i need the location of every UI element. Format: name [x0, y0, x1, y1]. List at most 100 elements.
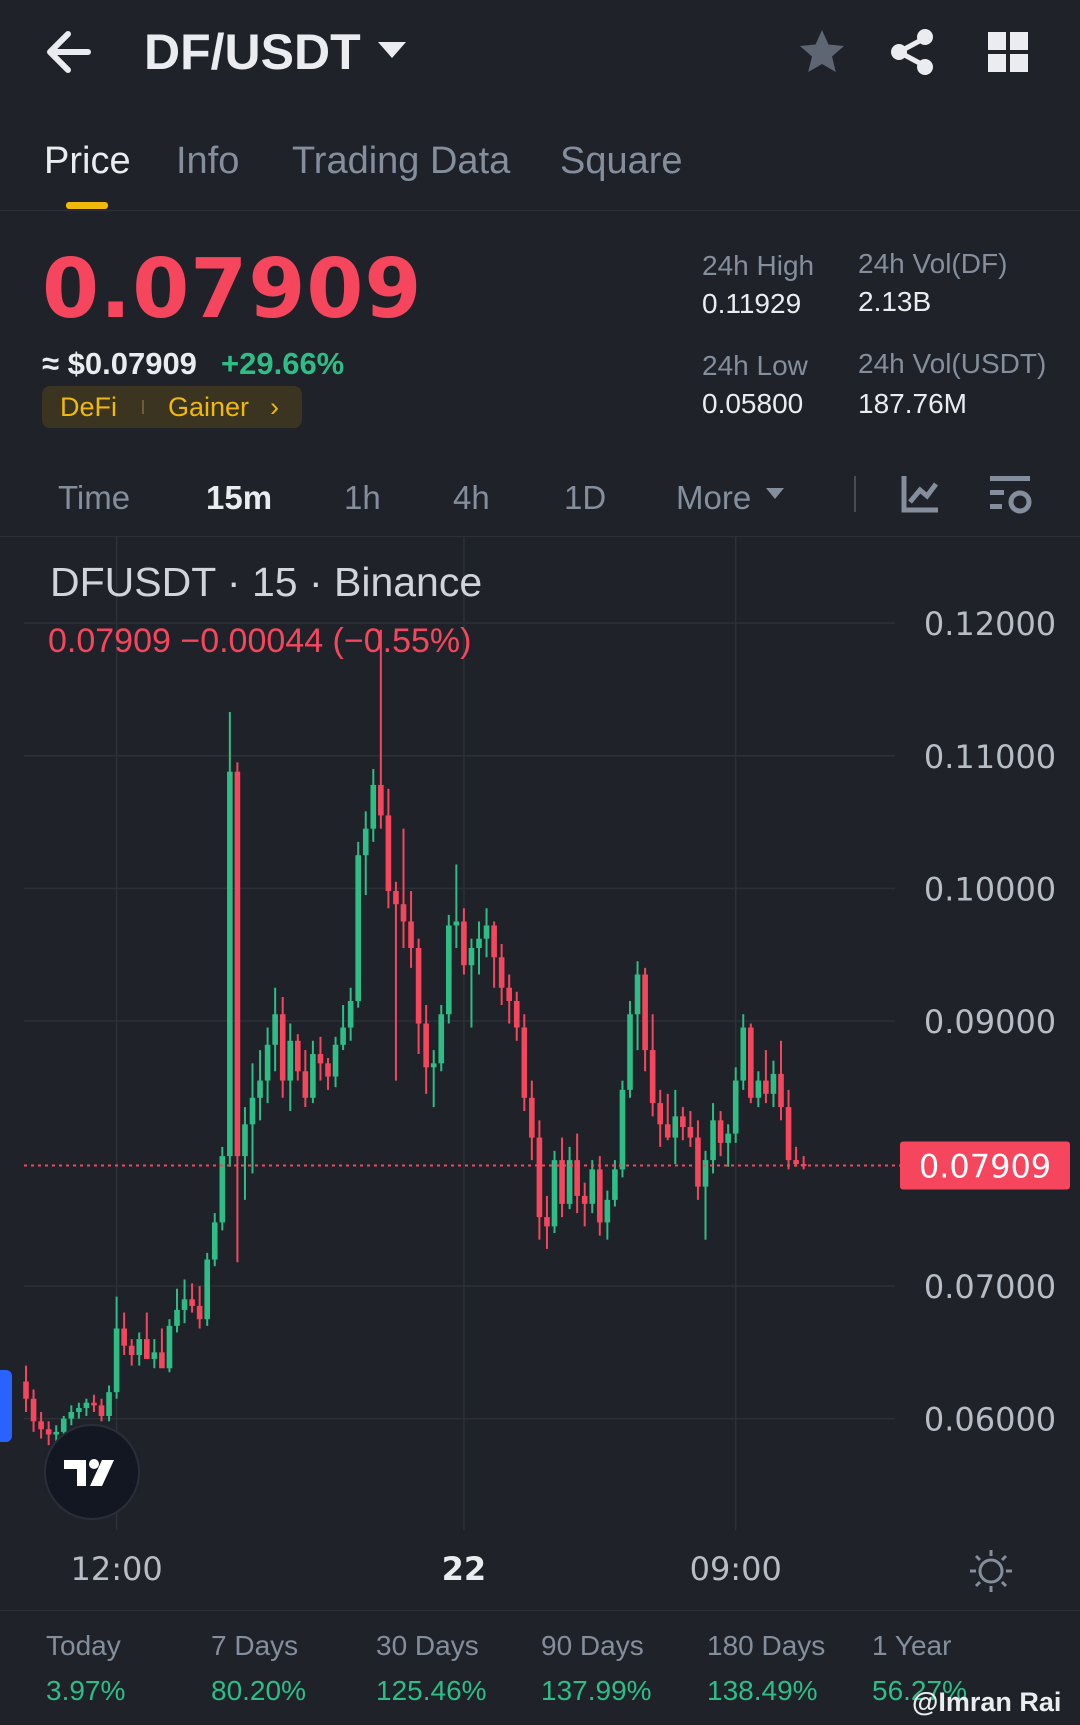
- candle-body: [181, 1299, 188, 1310]
- candle-body: [461, 921, 467, 966]
- brightness-icon[interactable]: [968, 1548, 1014, 1594]
- candle-body: [702, 1160, 709, 1187]
- tag-gainer[interactable]: Gainer: [168, 386, 249, 428]
- volume-quote-value: 187.76M: [858, 388, 967, 419]
- candle-body: [710, 1120, 716, 1161]
- candle-body: [302, 1071, 309, 1098]
- star-icon[interactable]: [796, 26, 848, 78]
- candle-body: [627, 1014, 633, 1090]
- indicator-icon[interactable]: [900, 474, 940, 514]
- candle-body: [642, 974, 648, 1051]
- candle-body: [317, 1054, 324, 1064]
- high-label: 24h High: [702, 250, 815, 281]
- candlestick-chart[interactable]: 0.12000 0.11000 0.10000 0.09000 0.07000 0.060…: [0, 537, 1080, 1605]
- chevron-right-icon[interactable]: ›: [270, 386, 279, 428]
- tab-price[interactable]: Price: [44, 135, 131, 187]
- interval-1d[interactable]: 1D: [564, 476, 606, 520]
- candle-body: [340, 1027, 346, 1045]
- candle-body: [98, 1405, 105, 1416]
- candle-body: [559, 1160, 565, 1204]
- candle-body: [649, 1050, 656, 1104]
- tab-info[interactable]: Info: [176, 135, 239, 187]
- tag-pill[interactable]: DeFi Gainer ›: [42, 386, 302, 428]
- candle-body: [657, 1103, 663, 1125]
- candle-body: [287, 1040, 294, 1081]
- divider: [0, 210, 1080, 211]
- candle-body: [695, 1137, 701, 1187]
- y-tick-label: 0.07000: [924, 1268, 1056, 1306]
- interval-4h[interactable]: 4h: [453, 476, 490, 520]
- candle-body: [589, 1169, 596, 1204]
- candle-body: [279, 1014, 286, 1081]
- interval-more[interactable]: More: [676, 476, 751, 520]
- candle-body: [680, 1116, 686, 1127]
- low-label: 24h Low: [702, 350, 808, 381]
- candle-body: [551, 1160, 558, 1227]
- tab-square[interactable]: Square: [560, 135, 683, 187]
- tab-trading-data[interactable]: Trading Data: [292, 135, 510, 187]
- x-tick-label: 22: [442, 1550, 487, 1588]
- chart-drawer-handle[interactable]: [0, 1370, 12, 1442]
- candle-body: [30, 1398, 37, 1422]
- chevron-down-icon[interactable]: [766, 488, 784, 499]
- chevron-down-icon[interactable]: [378, 42, 406, 58]
- candle-body: [581, 1195, 588, 1204]
- candle-body: [378, 784, 384, 816]
- candle-body: [619, 1089, 626, 1170]
- current-price-label: 0.07909: [919, 1148, 1051, 1186]
- candle-body: [166, 1325, 173, 1369]
- candle-body: [468, 947, 475, 966]
- candle-body: [257, 1080, 263, 1098]
- tag-defi[interactable]: DeFi: [60, 386, 117, 428]
- candle-body: [536, 1137, 543, 1218]
- candle-body: [400, 904, 407, 922]
- candle-body: [76, 1408, 82, 1413]
- candle-body: [687, 1126, 694, 1138]
- candle-body: [521, 1027, 528, 1098]
- candle-body: [446, 925, 452, 1015]
- candle-body: [234, 771, 241, 1157]
- candle-body: [717, 1120, 724, 1143]
- candle-body: [249, 1097, 256, 1125]
- candle-body: [136, 1339, 143, 1355]
- candle-body: [430, 1063, 437, 1068]
- watermark: @Imran Rai: [912, 1687, 1062, 1717]
- interval-15m[interactable]: 15m: [206, 476, 272, 520]
- share-icon[interactable]: [886, 26, 938, 78]
- candle-body: [242, 1124, 248, 1157]
- interval-1h[interactable]: 1h: [344, 476, 381, 520]
- candle-body: [91, 1402, 97, 1406]
- candle-body: [295, 1040, 301, 1072]
- candle-body: [785, 1107, 792, 1161]
- candle-body: [423, 1023, 429, 1068]
- tradingview-logo-icon[interactable]: [44, 1424, 140, 1520]
- perf-label-7d: 7 Days: [211, 1630, 299, 1661]
- high-value: 0.11929: [702, 288, 802, 319]
- candle-body: [325, 1063, 331, 1077]
- candle-body: [189, 1299, 195, 1306]
- grid-icon[interactable]: [986, 30, 1030, 74]
- perf-value-7d: 80.20%: [211, 1675, 306, 1706]
- candle-body: [483, 925, 490, 939]
- candle-body: [476, 938, 482, 948]
- candle-body: [513, 1001, 520, 1028]
- perf-value-180d: 138.49%: [707, 1675, 818, 1706]
- y-tick-label: 0.09000: [924, 1003, 1056, 1041]
- candle-body: [68, 1412, 75, 1419]
- candle-body: [664, 1124, 671, 1138]
- back-arrow-icon[interactable]: [40, 24, 100, 80]
- perf-label-30d: 30 Days: [376, 1630, 479, 1661]
- interval-time[interactable]: Time: [58, 476, 130, 520]
- candle-body: [740, 1027, 747, 1081]
- candle-body: [604, 1199, 611, 1223]
- candle-body: [755, 1080, 762, 1098]
- y-tick-label: 0.10000: [924, 870, 1056, 908]
- candle-body: [23, 1381, 29, 1399]
- candle-body: [506, 987, 512, 1002]
- chart-settings-icon[interactable]: [988, 472, 1032, 516]
- candle-body: [385, 815, 392, 891]
- candle-body: [113, 1328, 120, 1393]
- pair-title[interactable]: DF/USDT: [144, 20, 361, 84]
- candle-body: [748, 1027, 754, 1098]
- candle-body: [438, 1014, 445, 1064]
